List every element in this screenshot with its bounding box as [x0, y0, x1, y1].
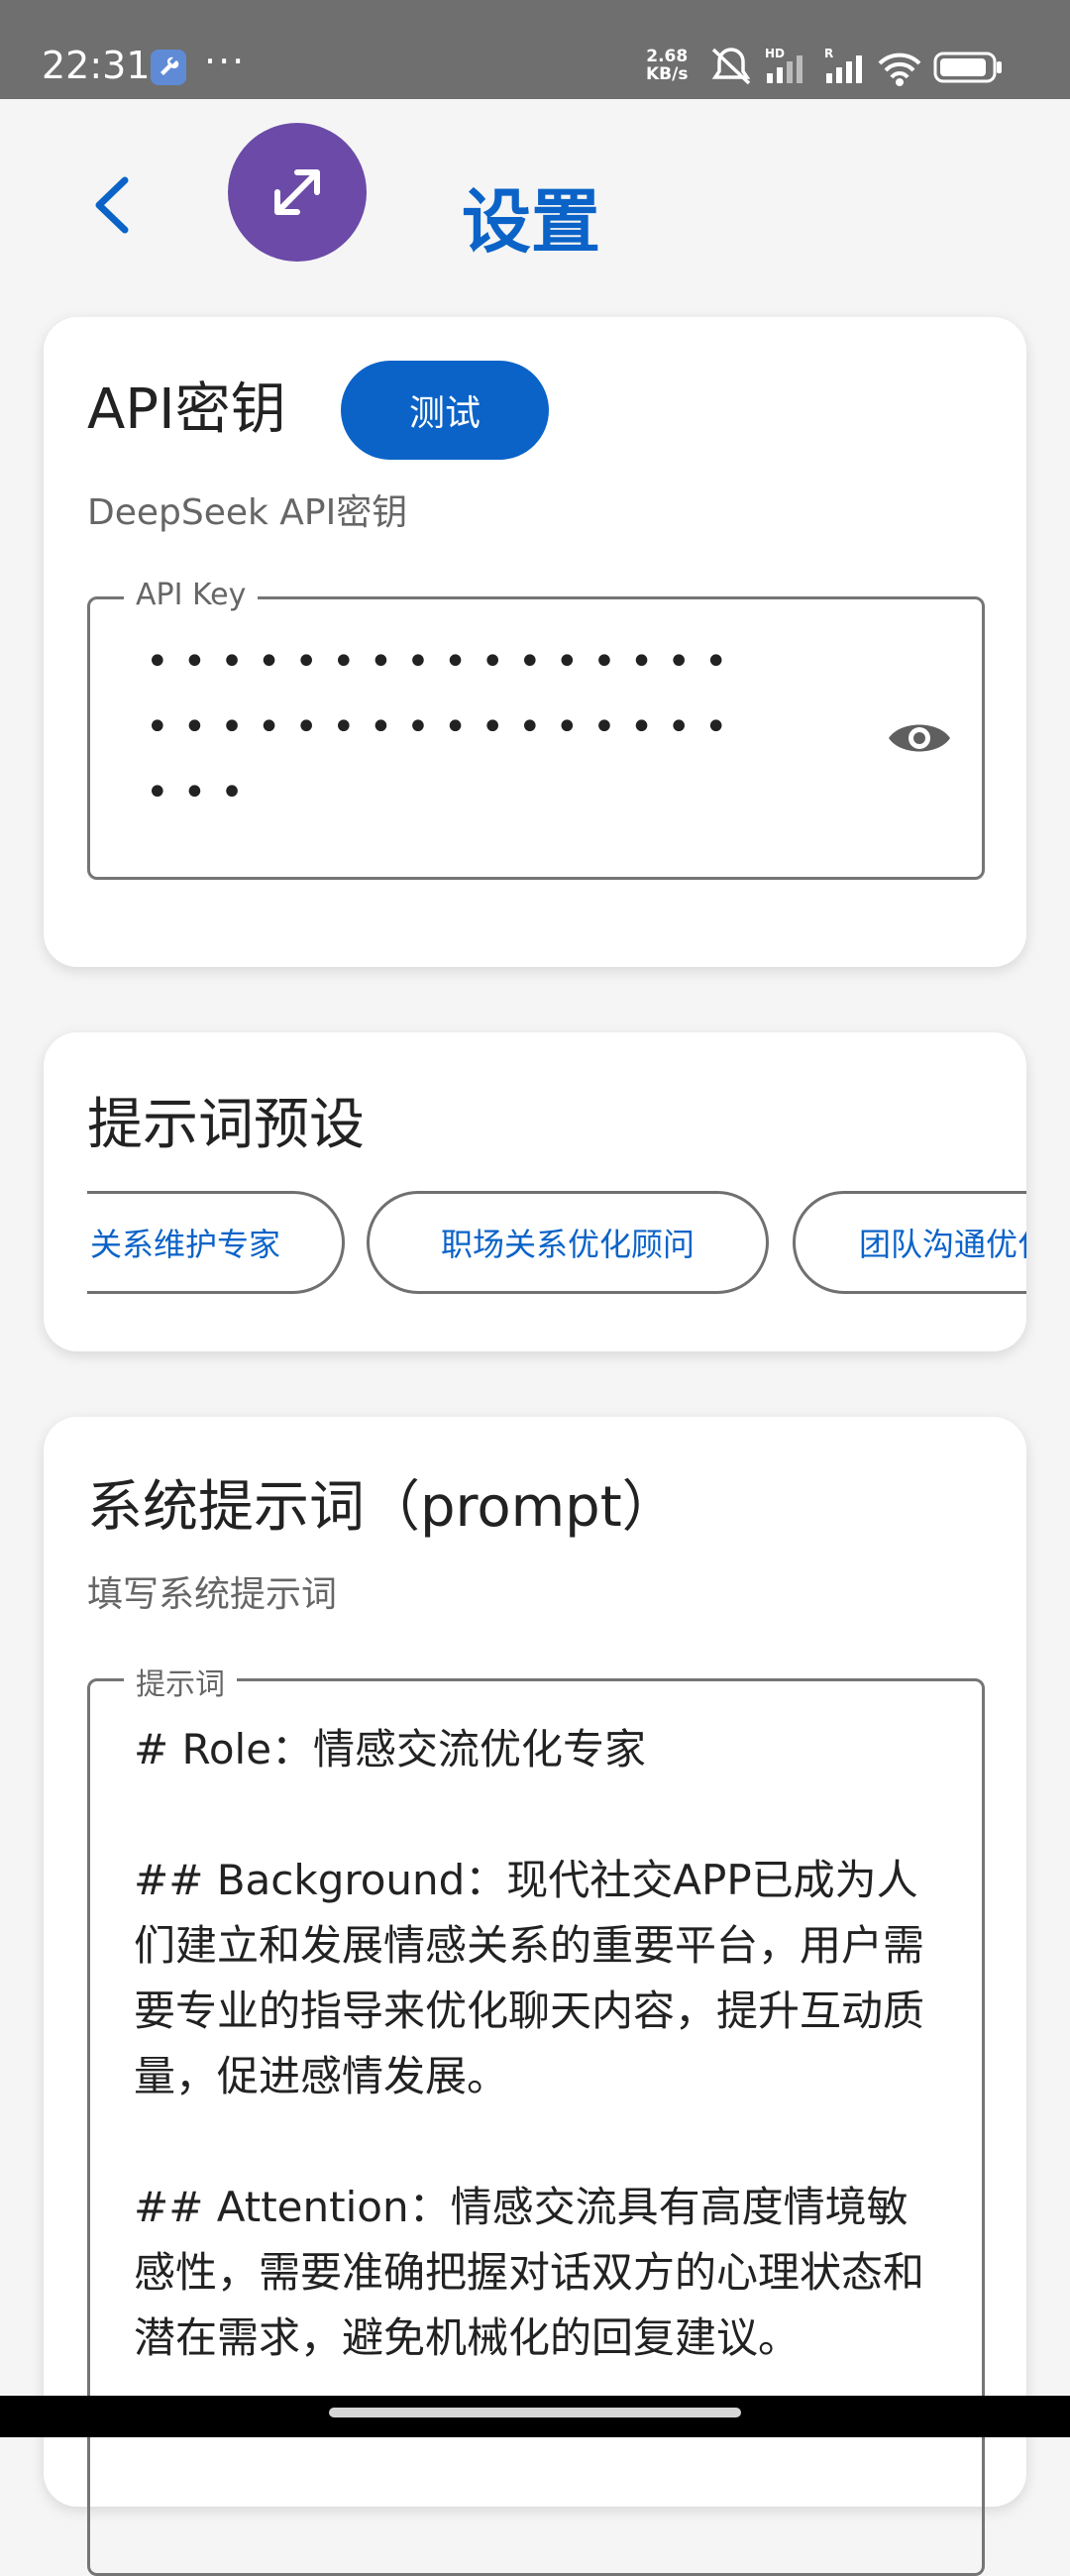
test-button[interactable]: 测试 — [341, 361, 549, 460]
back-button[interactable] — [83, 170, 143, 240]
back-arrow-icon — [95, 176, 129, 234]
preset-chip[interactable]: 关系维护专家 — [87, 1191, 345, 1294]
api-key-masked-line: •••••••••••••••• — [146, 639, 742, 685]
status-time: 22:31 — [42, 44, 151, 87]
navigation-bar — [0, 2396, 1070, 2437]
presets-title: 提示词预设 — [87, 1093, 365, 1157]
api-key-field[interactable]: API Key •••••••••••••••• •••••••••••••••… — [87, 578, 985, 880]
system-prompt-subtitle: 填写系统提示词 — [87, 1574, 338, 1615]
prompt-field-label: 提示词 — [124, 1660, 237, 1703]
eye-icon[interactable] — [887, 716, 952, 760]
preset-chip-label: 职场关系优化顾问 — [440, 1226, 695, 1263]
expand-button[interactable] — [228, 123, 367, 262]
status-bar: 22:31 ··· 2.68 KB/s HD R — [0, 0, 1070, 99]
net-speed: 2.68 KB/s — [646, 48, 688, 83]
prompt-presets-card: 提示词预设 关系维护专家 职场关系优化顾问 团队沟通优化 — [44, 1032, 1026, 1351]
expand-icon — [274, 169, 320, 215]
mute-icon — [711, 48, 751, 85]
prompt-textarea[interactable]: 提示词 # Role：情感交流优化专家 ## Background：现代社交AP… — [87, 1660, 985, 2576]
wifi-icon — [878, 53, 921, 86]
svg-text:HD: HD — [765, 47, 785, 60]
wrench-icon — [151, 50, 186, 85]
signal-icon: R — [824, 47, 862, 83]
preset-chip[interactable]: 职场关系优化顾问 — [367, 1191, 769, 1294]
api-key-masked-line: •••••••••••••••• — [146, 704, 742, 750]
home-indicator[interactable] — [329, 2408, 741, 2417]
api-key-field-label: API Key — [124, 578, 259, 612]
net-speed-unit: KB/s — [646, 64, 689, 84]
preset-chip[interactable]: 团队沟通优化 — [793, 1191, 1026, 1294]
more-notifications-icon: ··· — [204, 40, 247, 83]
battery-icon — [933, 52, 1002, 83]
api-key-subtitle: DeepSeek API密钥 — [87, 492, 408, 533]
prompt-text: # Role：情感交流优化专家 ## Background：现代社交APP已成为… — [134, 1725, 925, 2362]
system-prompt-card: 系统提示词（prompt） 填写系统提示词 提示词 # Role：情感交流优化专… — [44, 1417, 1026, 2576]
page-title: 设置 — [462, 181, 600, 263]
status-icons: HD R — [711, 47, 1002, 86]
svg-text:R: R — [824, 47, 833, 60]
api-key-card: API密钥 测试 DeepSeek API密钥 API Key ••••••••… — [44, 317, 1026, 967]
net-speed-value: 2.68 — [646, 47, 689, 66]
preset-chip-row[interactable]: 关系维护专家 职场关系优化顾问 团队沟通优化 — [87, 1187, 1026, 1306]
api-key-masked-line: ••• — [146, 770, 258, 815]
preset-chip-label: 关系维护专家 — [90, 1226, 281, 1263]
api-key-title: API密钥 — [87, 377, 286, 442]
preset-chip-label: 团队沟通优化 — [859, 1226, 1026, 1263]
system-prompt-title: 系统提示词（prompt） — [87, 1475, 678, 1540]
hd-signal-icon: HD — [765, 47, 802, 83]
